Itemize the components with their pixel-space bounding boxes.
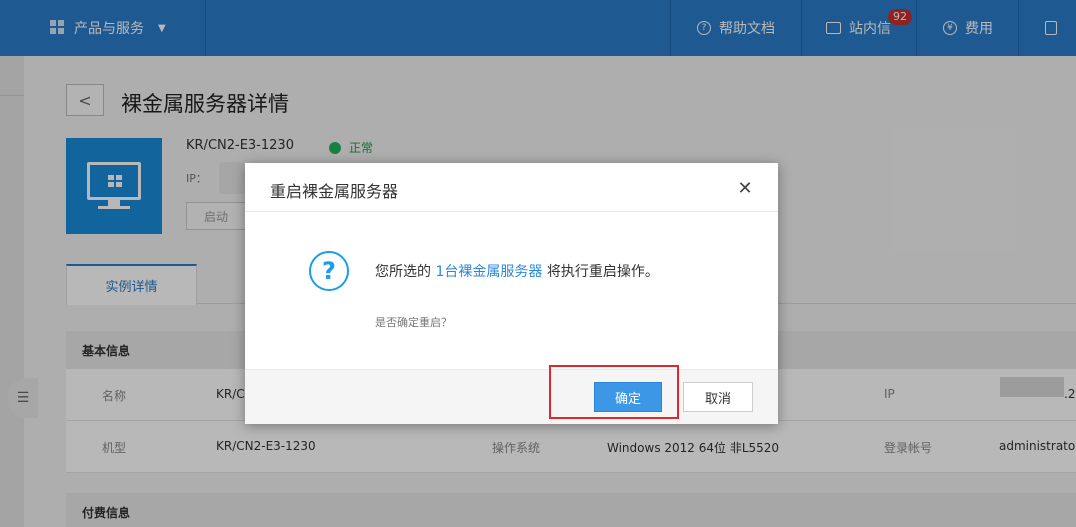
msg-suffix: 将执行重启操作。 (542, 264, 659, 280)
question-icon: ? (309, 251, 349, 291)
cancel-button[interactable]: 取消 (683, 382, 753, 412)
msg-prefix: 您所选的 (375, 264, 436, 280)
dialog-title: 重启裸金属服务器 (270, 182, 399, 201)
dialog-message: 您所选的 1台裸金属服务器 将执行重启操作。 (375, 261, 659, 281)
confirm-highlight-box (549, 365, 679, 419)
restart-dialog: 重启裸金属服务器 ✕ ? 您所选的 1台裸金属服务器 将执行重启操作。 是否确定… (245, 163, 778, 424)
server-count-link[interactable]: 1台裸金属服务器 (435, 264, 542, 280)
close-icon[interactable]: ✕ (734, 177, 756, 199)
dialog-subtext: 是否确定重启？ (375, 316, 452, 329)
